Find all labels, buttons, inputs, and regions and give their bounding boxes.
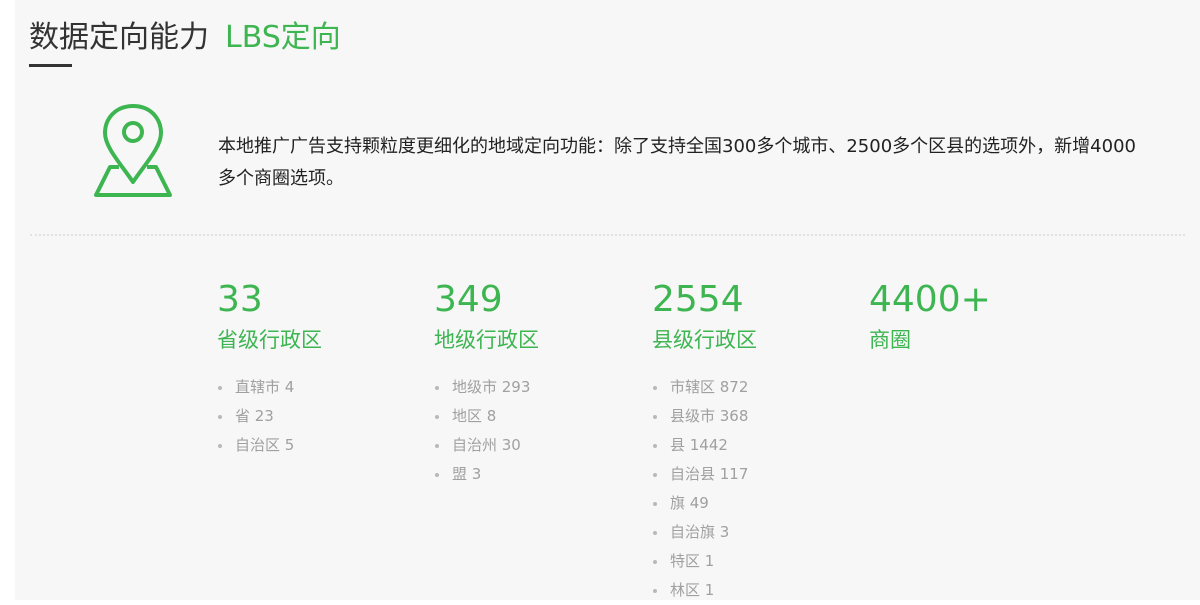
- list-item: 直辖市 4: [217, 373, 417, 402]
- stat-label: 县级行政区: [652, 328, 757, 352]
- stat-number: 33: [217, 279, 263, 320]
- section-heading: 数据定向能力 LBS定向: [29, 12, 341, 56]
- heading-title: 数据定向能力: [29, 20, 209, 55]
- list-item: 自治区 5: [217, 431, 417, 460]
- stat-province: 33 省级行政区 直辖市 4 省 23 自治区 5: [217, 280, 417, 460]
- stat-number: 4400+: [869, 279, 991, 320]
- stat-county: 2554 县级行政区 市辖区 872 县级市 368 县 1442 自治县 11…: [652, 280, 852, 605]
- list-item: 盟 3: [434, 460, 634, 489]
- heading-subtitle: LBS定向: [225, 20, 341, 55]
- list-item: 自治县 117: [652, 460, 852, 489]
- stat-breakdown-list: 地级市 293 地区 8 自治州 30 盟 3: [434, 373, 634, 489]
- stat-breakdown-list: 市辖区 872 县级市 368 县 1442 自治县 117 旗 49 自治旗 …: [652, 373, 852, 605]
- list-item: 市辖区 872: [652, 373, 852, 402]
- list-item: 省 23: [217, 402, 417, 431]
- list-item: 县级市 368: [652, 402, 852, 431]
- stat-label: 商圈: [869, 328, 911, 352]
- stat-breakdown-list: 直辖市 4 省 23 自治区 5: [217, 373, 417, 460]
- list-item: 地区 8: [434, 402, 634, 431]
- stat-number: 2554: [652, 279, 744, 320]
- map-pin-icon: [93, 101, 173, 199]
- dotted-divider: [30, 234, 1185, 236]
- stat-number: 349: [434, 279, 503, 320]
- stat-label: 地级行政区: [434, 328, 539, 352]
- list-item: 自治旗 3: [652, 518, 852, 547]
- list-item: 自治州 30: [434, 431, 634, 460]
- heading-underline: [29, 64, 72, 67]
- stat-prefecture: 349 地级行政区 地级市 293 地区 8 自治州 30 盟 3: [434, 280, 634, 489]
- list-item: 县 1442: [652, 431, 852, 460]
- stat-label: 省级行政区: [217, 328, 322, 352]
- list-item: 特区 1: [652, 547, 852, 576]
- list-item: 旗 49: [652, 489, 852, 518]
- list-item: 地级市 293: [434, 373, 634, 402]
- stat-business-district: 4400+ 商圈: [869, 280, 1069, 354]
- intro-text: 本地推广广告支持颗粒度更细化的地域定向功能：除了支持全国300多个城市、2500…: [218, 136, 1136, 189]
- list-item: 林区 1: [652, 576, 852, 605]
